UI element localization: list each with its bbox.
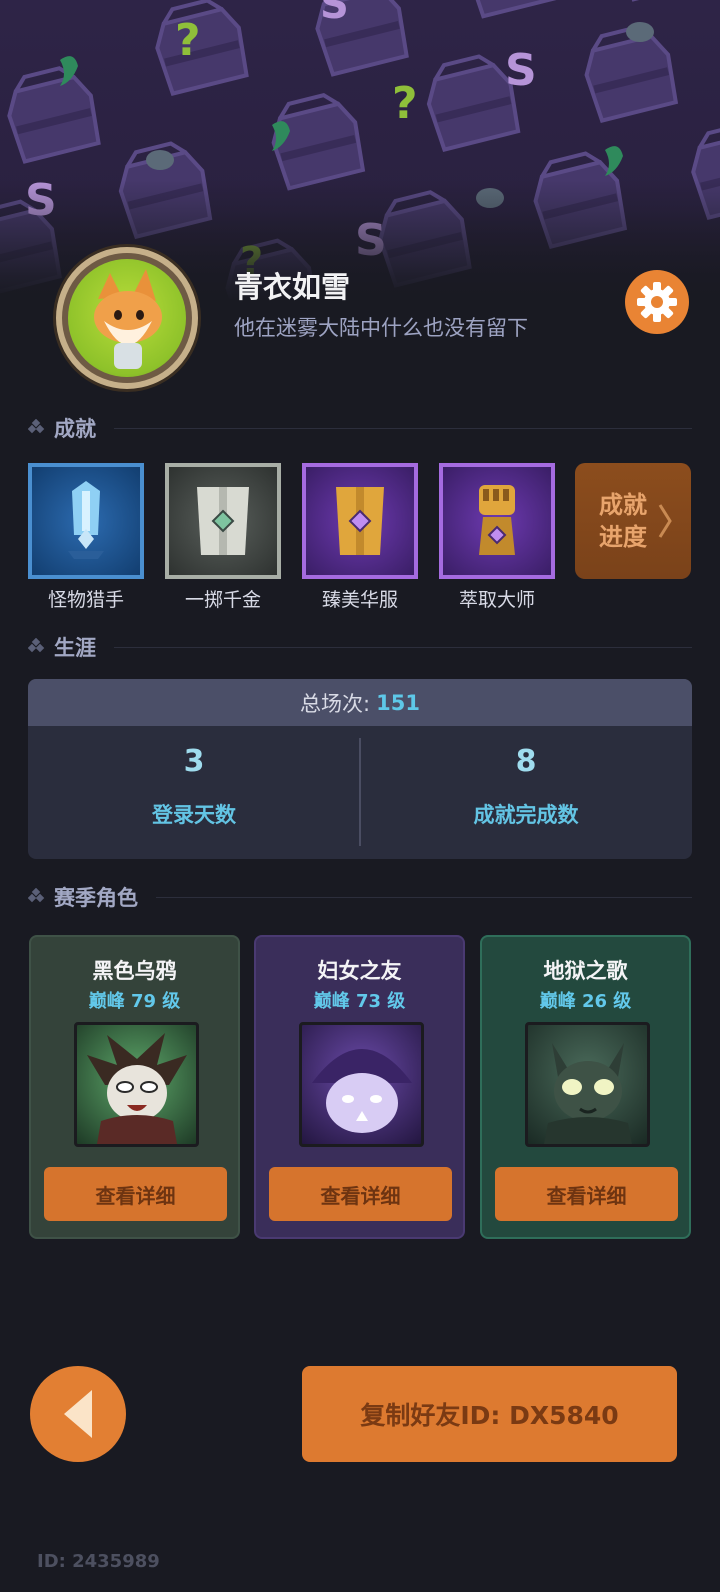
witch-hero-icon [312, 1049, 412, 1133]
view-details-button[interactable]: 查看详细 [44, 1167, 227, 1221]
hero-level: 巅峰 79 级 [88, 991, 181, 1012]
hero-name: 黑色乌鸦 [92, 959, 177, 983]
chevron-right-icon [658, 504, 672, 538]
hero-card-hell-song: 地狱之歌 巅峰 26 级 查看详细 [480, 935, 691, 1239]
arrow-left-icon [64, 1390, 92, 1438]
crystal-trophy-icon [68, 481, 104, 559]
stat-login-days: 3 登录天数 [28, 726, 360, 859]
hero-portrait [299, 1022, 424, 1147]
achievements-section-header: 成就 [28, 408, 692, 448]
stat-value: 8 [515, 744, 537, 779]
hero-card-womens-friend: 妇女之友 巅峰 73 级 查看详细 [254, 935, 465, 1239]
achievement-fine-clothes[interactable]: 臻美华服 [302, 463, 418, 612]
view-details-button[interactable]: 查看详细 [269, 1167, 452, 1221]
fist-trophy-icon [479, 485, 515, 555]
section-divider [156, 896, 692, 898]
total-matches: 总场次: 151 [28, 679, 692, 726]
achievement-badge [439, 463, 555, 579]
svg-text:S: S [320, 0, 349, 28]
season-section-header: 赛季角色 [28, 877, 692, 917]
hero-level: 巅峰 26 级 [539, 991, 632, 1012]
achievement-badge [302, 463, 418, 579]
hero-portrait [525, 1022, 650, 1147]
svg-text:?: ? [175, 15, 201, 66]
total-matches-value: 151 [376, 690, 420, 715]
demon-hero-icon [544, 1043, 632, 1144]
diamond-icon [28, 888, 45, 903]
section-divider [114, 646, 692, 648]
gold-banner-icon [336, 487, 384, 555]
career-title: 生涯 [54, 636, 96, 660]
view-details-button[interactable]: 查看详细 [495, 1167, 678, 1221]
achievement-monster-hunter[interactable]: 怪物猎手 [28, 463, 144, 612]
player-id: ID: 2435989 [37, 1551, 160, 1572]
diamond-icon [28, 419, 45, 434]
hero-level: 巅峰 73 级 [313, 991, 406, 1012]
hero-portrait [74, 1022, 199, 1147]
avatar-fox-icon [68, 259, 186, 377]
svg-text:?: ? [392, 78, 418, 129]
back-button[interactable] [30, 1366, 126, 1462]
stat-value: 3 [183, 744, 205, 779]
achievement-label: 一掷千金 [184, 589, 261, 611]
season-title: 赛季角色 [54, 886, 138, 910]
settings-button[interactable] [625, 270, 689, 334]
achievements-title: 成就 [54, 417, 96, 441]
player-nickname: 青衣如雪 [234, 270, 351, 304]
stat-label: 成就完成数 [473, 803, 579, 827]
silver-banner-icon [197, 487, 249, 555]
achievement-badge [28, 463, 144, 579]
svg-text:S: S [505, 45, 537, 96]
achievement-big-spender[interactable]: 一掷千金 [165, 463, 281, 612]
achievement-progress-button[interactable]: 成就进度 [575, 463, 691, 579]
gear-icon [637, 282, 677, 322]
avatar[interactable] [56, 247, 198, 389]
achievement-label: 萃取大师 [458, 589, 535, 611]
hero-name: 妇女之友 [317, 959, 402, 983]
copy-friend-id-button[interactable]: 复制好友ID: DX5840 [302, 1366, 677, 1462]
achievement-badge [165, 463, 281, 579]
achievement-progress-label: 成就进度 [599, 491, 647, 551]
section-divider [114, 427, 692, 429]
career-panel: 总场次: 151 3 登录天数 8 成就完成数 [28, 679, 692, 859]
achievement-label: 臻美华服 [321, 589, 398, 611]
crow-hero-icon [87, 1033, 187, 1144]
achievement-extraction-master[interactable]: 萃取大师 [439, 463, 555, 612]
hero-card-black-crow: 黑色乌鸦 巅峰 79 级 查看详细 [29, 935, 240, 1239]
diamond-icon [28, 638, 45, 653]
stat-label: 登录天数 [152, 803, 236, 827]
stat-achievements-completed: 8 成就完成数 [360, 726, 692, 859]
career-section-header: 生涯 [28, 627, 692, 667]
hero-name: 地狱之歌 [543, 959, 628, 983]
stat-divider [359, 738, 361, 846]
total-matches-label: 总场次: [300, 691, 371, 716]
achievement-label: 怪物猎手 [47, 589, 124, 611]
player-signature: 他在迷雾大陆中什么也没有留下 [234, 316, 528, 340]
